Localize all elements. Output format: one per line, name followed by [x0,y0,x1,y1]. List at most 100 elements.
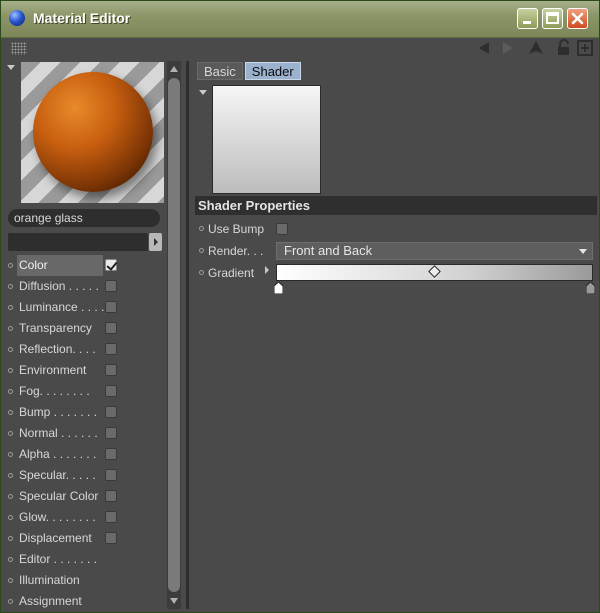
tag-expand-button[interactable] [149,233,162,251]
close-button[interactable] [567,8,588,29]
channel-item[interactable]: Editor . . . . . . . [5,549,167,570]
channel-dot-icon [8,473,13,478]
preview-menu-arrow-icon[interactable] [7,65,15,70]
channel-dot-icon [8,452,13,457]
channel-checkbox[interactable] [105,511,117,523]
chevron-down-icon [579,249,587,254]
channel-checkbox[interactable] [105,301,117,313]
channel-label: Diffusion . . . . . [19,279,99,293]
channel-label: Normal . . . . . . [19,426,98,440]
shader-properties-header: Shader Properties [195,196,597,215]
scroll-down-icon[interactable] [168,594,180,608]
animation-dot-icon[interactable] [199,270,204,275]
channel-item[interactable]: Glow. . . . . . . . [5,507,167,528]
use-bump-checkbox[interactable] [276,223,288,235]
channel-label: Illumination [19,573,80,587]
channel-checkbox[interactable] [105,280,117,292]
tab-shader[interactable]: Shader [244,62,301,80]
gradient-knot-right[interactable] [586,282,595,294]
channel-label: Color [17,255,103,276]
channel-checkbox[interactable] [105,490,117,502]
render-dropdown[interactable]: Front and Back [276,242,593,260]
tab-basic[interactable]: Basic [197,62,243,80]
scrollbar-thumb[interactable] [168,78,180,592]
maximize-button[interactable] [542,8,563,29]
channel-checkbox[interactable] [105,448,117,460]
channel-checkbox[interactable] [105,259,117,271]
channel-checkbox[interactable] [105,343,117,355]
panel-divider[interactable] [186,61,189,609]
up-arrow-icon[interactable] [527,39,545,57]
material-sphere [33,72,153,192]
channel-checkbox[interactable] [105,322,117,334]
channel-dot-icon [8,410,13,415]
render-label: Render. . . [208,244,264,258]
channel-label: Transparency [19,321,92,335]
channel-dot-icon [8,389,13,394]
tab-bar: Basic Shader [197,62,303,80]
channel-item[interactable]: Diffusion . . . . . [5,276,167,297]
new-window-icon[interactable] [576,39,594,57]
shader-texture-preview [212,85,321,194]
channel-checkbox[interactable] [105,406,117,418]
channel-item[interactable]: Environment [5,360,167,381]
channel-item[interactable]: Displacement [5,528,167,549]
gradient-knot-left[interactable] [274,282,283,294]
channel-checkbox[interactable] [105,385,117,397]
back-arrow-icon[interactable] [475,39,493,57]
channel-checkbox[interactable] [105,427,117,439]
channel-item[interactable]: Reflection. . . . [5,339,167,360]
title-bar[interactable]: Material Editor [1,1,599,38]
channel-list: Color Diffusion . . . . . Luminance . . . … [5,255,167,612]
material-preview[interactable] [21,62,164,203]
channel-label: Editor . . . . . . . [19,552,98,566]
channel-item[interactable]: Assignment [5,591,167,612]
channel-checkbox[interactable] [105,364,117,376]
animation-dot-icon[interactable] [199,248,204,253]
channel-dot-icon [8,284,13,289]
channel-label: Environment [19,363,87,377]
channel-label: Specular Color [19,489,99,503]
forward-arrow-icon[interactable] [499,39,517,57]
use-bump-label: Use Bump [208,222,265,236]
channel-dot-icon [8,347,13,352]
channel-item[interactable]: Normal . . . . . . [5,423,167,444]
channel-dot-icon [8,305,13,310]
channel-label: Bump . . . . . . . [19,405,98,419]
minimize-button[interactable] [517,8,538,29]
animation-dot-icon[interactable] [199,226,204,231]
channel-item[interactable]: Specular Color [5,486,167,507]
channel-dot-icon [8,326,13,331]
channel-item[interactable]: Fog. . . . . . . . [5,381,167,402]
texture-menu-arrow-icon[interactable] [199,90,207,95]
channel-label: Alpha . . . . . . . [19,447,97,461]
channel-item[interactable]: Color [5,255,167,276]
channel-item[interactable]: Alpha . . . . . . . [5,444,167,465]
channel-item[interactable]: Specular. . . . . [5,465,167,486]
channel-item[interactable]: Luminance . . . . [5,297,167,318]
material-tag-field[interactable] [8,233,148,251]
scroll-up-icon[interactable] [168,62,180,76]
channel-checkbox[interactable] [105,469,117,481]
channel-dot-icon [8,536,13,541]
close-icon [571,12,584,25]
channel-label: Fog. . . . . . . . [19,384,90,398]
lock-icon[interactable] [555,39,573,57]
channel-label: Luminance . . . . [19,300,105,314]
channel-dot-icon [8,368,13,373]
channel-item[interactable]: Illumination [5,570,167,591]
material-editor-window: Material Editor orange glass Color Diffu… [0,0,600,613]
gradient-expand-arrow-icon[interactable] [265,266,269,274]
channel-label: Displacement [19,531,92,545]
channel-item[interactable]: Bump . . . . . . . [5,402,167,423]
channel-dot-icon [8,515,13,520]
maximize-icon [546,12,559,24]
channel-dot-icon [8,578,13,583]
material-name-field[interactable]: orange glass [8,209,160,227]
channel-item[interactable]: Transparency [5,318,167,339]
channel-label: Assignment [19,594,82,608]
channel-checkbox[interactable] [105,532,117,544]
channel-label: Glow. . . . . . . . [19,510,96,524]
grip-icon[interactable] [11,42,27,55]
window-title: Material Editor [33,10,131,26]
